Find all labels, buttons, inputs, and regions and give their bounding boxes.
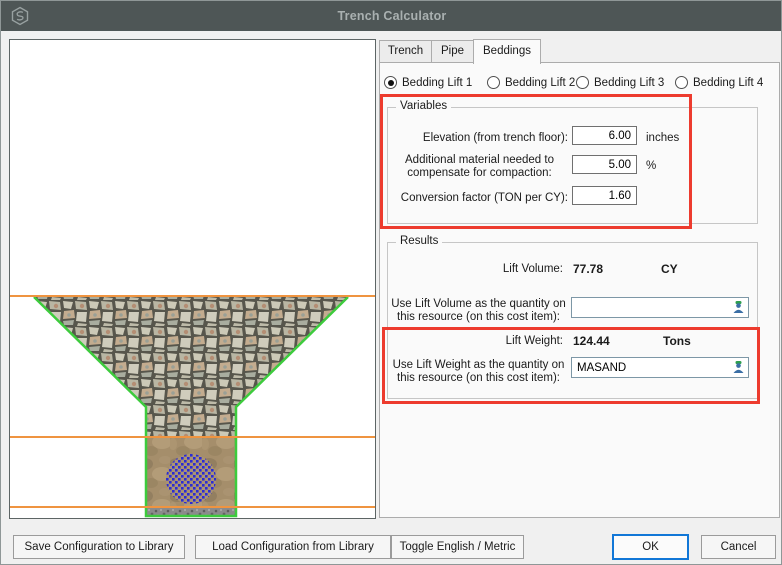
use-lift-weight-label-line2: this resource (on this cost item): xyxy=(388,372,569,385)
ok-button[interactable]: OK xyxy=(612,534,689,560)
results-group: Results Lift Volume: 77.78 CY Use Lift V… xyxy=(387,242,758,399)
lift-weight-resource-field xyxy=(571,357,749,378)
trench-calculator-dialog: Trench Calculator xyxy=(0,0,782,565)
load-configuration-button[interactable]: Load Configuration from Library xyxy=(195,535,391,559)
pipe-circle xyxy=(166,454,216,504)
variables-group-label: Variables xyxy=(396,100,451,112)
lift-weight-resource-input[interactable] xyxy=(571,357,749,378)
lift-volume-resource-input[interactable] xyxy=(571,297,749,318)
tab-pipe-label: Pipe xyxy=(441,45,464,57)
trench-cross-section-diagram xyxy=(10,40,375,518)
title-bar: Trench Calculator xyxy=(1,1,782,31)
tab-trench-label: Trench xyxy=(388,45,423,57)
compaction-label-line2: compensate for compaction: xyxy=(388,167,571,180)
radio-circle[interactable] xyxy=(487,76,500,89)
radio-circle[interactable] xyxy=(384,76,397,89)
base-gravel-strip xyxy=(146,507,236,516)
radio-bedding-lift-2-label: Bedding Lift 2 xyxy=(505,77,575,89)
lift-weight-value: 124.44 xyxy=(573,334,610,348)
resource-person-icon[interactable] xyxy=(732,300,745,317)
radio-bedding-lift-1-label: Bedding Lift 1 xyxy=(402,77,472,89)
radio-bedding-lift-4-label: Bedding Lift 4 xyxy=(693,77,763,89)
toggle-english-metric-button[interactable]: Toggle English / Metric xyxy=(391,535,524,559)
trench-preview-panel xyxy=(9,39,376,519)
elevation-label: Elevation (from trench floor): xyxy=(388,132,568,145)
cancel-button[interactable]: Cancel xyxy=(701,535,776,559)
radio-bedding-lift-4[interactable]: Bedding Lift 4 xyxy=(675,76,763,89)
radio-circle[interactable] xyxy=(576,76,589,89)
tab-beddings-label: Beddings xyxy=(483,45,531,57)
elevation-unit-label: inches xyxy=(646,132,679,144)
tab-pipe[interactable]: Pipe xyxy=(431,40,474,63)
use-lift-volume-label: Use Lift Volume as the quantity on this … xyxy=(388,298,569,324)
elevation-input[interactable] xyxy=(572,126,637,145)
lift-volume-unit: CY xyxy=(661,262,678,276)
use-lift-weight-label: Use Lift Weight as the quantity on this … xyxy=(388,359,569,385)
radio-bedding-lift-2[interactable]: Bedding Lift 2 xyxy=(487,76,575,89)
save-configuration-button[interactable]: Save Configuration to Library xyxy=(13,535,185,559)
compaction-label-line1: Additional material needed to xyxy=(388,154,571,167)
use-lift-volume-label-line1: Use Lift Volume as the quantity on xyxy=(388,298,569,311)
radio-bedding-lift-3[interactable]: Bedding Lift 3 xyxy=(576,76,664,89)
lift-volume-value: 77.78 xyxy=(573,262,603,276)
radio-bedding-lift-3-label: Bedding Lift 3 xyxy=(594,77,664,89)
compaction-label: Additional material needed to compensate… xyxy=(388,154,571,180)
radio-bedding-lift-1[interactable]: Bedding Lift 1 xyxy=(384,76,472,89)
tab-trench[interactable]: Trench xyxy=(379,40,432,63)
window-title: Trench Calculator xyxy=(1,9,782,23)
use-lift-volume-label-line2: this resource (on this cost item): xyxy=(388,311,569,324)
lift-weight-label: Lift Weight: xyxy=(388,335,563,348)
use-lift-weight-label-line1: Use Lift Weight as the quantity on xyxy=(388,359,569,372)
compaction-input[interactable] xyxy=(572,155,637,174)
conversion-factor-input[interactable] xyxy=(572,186,637,205)
variables-group: Variables Elevation (from trench floor):… xyxy=(387,107,758,224)
lift-volume-label: Lift Volume: xyxy=(388,263,563,276)
beddings-tab-page: Bedding Lift 1 Bedding Lift 2 Bedding Li… xyxy=(379,62,780,518)
compaction-unit-label: % xyxy=(646,160,656,172)
tab-beddings[interactable]: Beddings xyxy=(473,39,541,64)
lift-volume-resource-field xyxy=(571,297,749,318)
results-group-label: Results xyxy=(396,235,442,247)
hexagon-logo-icon xyxy=(10,6,30,29)
conversion-factor-label: Conversion factor (TON per CY): xyxy=(388,192,568,205)
lift-weight-unit: Tons xyxy=(663,334,691,348)
resource-person-icon[interactable] xyxy=(732,360,745,377)
radio-circle[interactable] xyxy=(675,76,688,89)
